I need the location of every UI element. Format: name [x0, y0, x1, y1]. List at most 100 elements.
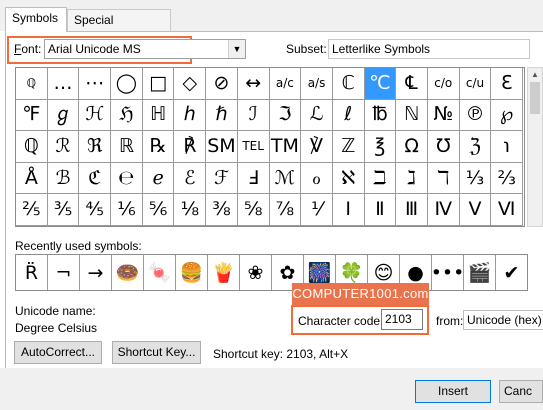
symbol-cell[interactable]: Ⅵ	[491, 194, 523, 226]
recent-symbol-cell[interactable]: →	[80, 255, 112, 290]
symbol-cell[interactable]: ◇	[174, 68, 207, 100]
symbol-cell[interactable]: ℇ	[491, 68, 523, 100]
symbol-cell[interactable]: ℜ	[79, 131, 112, 163]
symbol-cell[interactable]: ℄	[396, 68, 428, 100]
symbol-cell[interactable]: ℋ	[79, 99, 112, 132]
tab-symbols[interactable]: Symbols	[5, 7, 67, 32]
symbol-cell[interactable]: ℩	[491, 131, 523, 163]
symbol-cell[interactable]: Å	[16, 162, 48, 195]
from-select[interactable]: Unicode (hex)	[463, 310, 543, 330]
symbol-cell[interactable]: Ⅲ	[396, 194, 428, 226]
symbol-cell[interactable]: ℌ	[111, 99, 143, 132]
symbol-cell[interactable]: ℬ	[47, 162, 80, 195]
symbol-cell[interactable]: Ⅴ	[459, 194, 492, 226]
symbol-cell[interactable]: Ⅳ	[427, 194, 460, 226]
symbol-cell[interactable]: ℨ	[459, 131, 492, 163]
symbol-cell[interactable]: ⅚	[142, 194, 175, 226]
recent-symbol-cell[interactable]: •••	[432, 255, 464, 290]
symbol-cell[interactable]: ⅛	[174, 194, 207, 226]
symbol-cell[interactable]: ℉	[16, 99, 48, 132]
scroll-up-icon[interactable]: ▲	[528, 70, 542, 79]
symbol-cell[interactable]: ℓ	[332, 99, 365, 132]
recent-symbol-cell[interactable]: 🍔	[176, 255, 208, 290]
autocorrect-button[interactable]: AutoCorrect...	[14, 341, 102, 364]
symbol-cell[interactable]: SM	[206, 131, 238, 163]
symbol-cell[interactable]: ℶ	[364, 162, 397, 195]
symbol-cell[interactable]: ℍ	[142, 99, 175, 132]
symbol-cell[interactable]: ℂ	[332, 68, 365, 100]
symbol-cell[interactable]: ⅝	[237, 194, 270, 226]
symbol-cell[interactable]: Ⅱ	[364, 194, 397, 226]
symbol-cell[interactable]: ⅜	[206, 194, 238, 226]
symbol-cell[interactable]: ℛ	[47, 131, 80, 163]
symbol-cell[interactable]: ℚ	[16, 131, 48, 163]
symbol-cell[interactable]: ℧	[427, 131, 460, 163]
symbol-cell[interactable]: Ⅰ	[332, 194, 365, 226]
symbol-cell[interactable]: ⅘	[79, 194, 112, 226]
recent-symbol-cell[interactable]: R̈	[16, 255, 48, 290]
symbol-grid-scrollbar[interactable]: ▲	[527, 67, 543, 227]
symbol-cell[interactable]: ℚ	[16, 68, 48, 100]
symbol-cell[interactable]: a/s	[301, 68, 333, 100]
font-select[interactable]: Arial Unicode MS ▼	[44, 39, 246, 59]
symbol-cell[interactable]: ℐ	[237, 99, 270, 132]
symbol-cell[interactable]: ℰ	[174, 162, 207, 195]
recent-symbol-cell[interactable]: 🍩	[112, 255, 144, 290]
symbol-cell[interactable]: ⋯	[79, 68, 112, 100]
symbol-cell[interactable]: ↔	[237, 68, 270, 100]
symbol-cell[interactable]: ⊘	[206, 68, 238, 100]
symbol-cell[interactable]: ℕ	[396, 99, 428, 132]
symbol-cell[interactable]: ℸ	[427, 162, 460, 195]
symbol-cell[interactable]: ℴ	[301, 162, 333, 195]
symbol-cell[interactable]: ℳ	[269, 162, 302, 195]
symbol-cell[interactable]: ℯ	[142, 162, 175, 195]
symbol-cell[interactable]: ℷ	[396, 162, 428, 195]
symbol-cell[interactable]: №	[427, 99, 460, 132]
symbol-cell[interactable]: ℤ	[332, 131, 365, 163]
subset-select[interactable]: Letterlike Symbols	[328, 39, 530, 59]
symbol-cell[interactable]: ℊ	[47, 99, 80, 132]
recent-symbol-cell[interactable]: ✔	[496, 255, 527, 290]
symbol-cell[interactable]: ℟	[174, 131, 207, 163]
symbol-cell[interactable]: a/c	[269, 68, 302, 100]
recent-symbols-grid[interactable]: R̈ ¬ → 🍩 🍬 🍔 🍟 ❀ ✿ 🎆 🍀 😊 ● ••• 🎬 ✔	[15, 254, 528, 291]
insert-button[interactable]: Insert	[415, 380, 491, 403]
symbol-cell[interactable]: Ⅎ	[237, 162, 270, 195]
symbol-cell[interactable]: ⅞	[269, 194, 302, 226]
symbol-cell[interactable]: ℑ	[269, 99, 302, 132]
symbol-cell[interactable]: □	[142, 68, 175, 100]
symbol-cell[interactable]: ⅓	[459, 162, 492, 195]
symbol-cell[interactable]: ℘	[491, 99, 523, 132]
symbol-cell[interactable]: ℗	[459, 99, 492, 132]
symbol-cell[interactable]: TM	[269, 131, 302, 163]
symbol-cell[interactable]: …	[47, 68, 80, 100]
recent-symbol-cell[interactable]: ¬	[48, 255, 80, 290]
symbol-cell[interactable]: ℒ	[301, 99, 333, 132]
symbol-cell[interactable]: ⅔	[491, 162, 523, 195]
symbol-cell[interactable]: ℃	[364, 68, 397, 100]
character-code-input[interactable]: 2103	[381, 309, 423, 330]
recent-symbol-cell[interactable]: 🍟	[208, 255, 240, 290]
symbol-cell[interactable]: ℎ	[174, 99, 207, 132]
recent-symbol-cell[interactable]: ❀	[240, 255, 272, 290]
scroll-thumb[interactable]	[530, 82, 540, 114]
symbol-cell[interactable]: ⅙	[111, 194, 143, 226]
symbol-cell[interactable]: ℝ	[111, 131, 143, 163]
symbol-cell[interactable]: ℔	[364, 99, 397, 132]
symbol-cell[interactable]: Ω	[396, 131, 428, 163]
symbol-cell[interactable]: ℣	[301, 131, 333, 163]
symbol-cell[interactable]: ℮	[111, 162, 143, 195]
symbol-cell[interactable]: ⅖	[16, 194, 48, 226]
symbol-cell[interactable]: ⅗	[47, 194, 80, 226]
symbol-grid[interactable]: ℚ… ⋯ ◯ □ ◇ ⊘ ↔ a/c a/s ℂ ℃ ℄ c/o c/u ℇ ℉ ℊ ℋ ℌ ℍℎ ℏ ℐ ℑ ℒℓ ℔ ℕ № ℗ ℘…	[15, 67, 525, 227]
symbol-cell[interactable]: ◯	[111, 68, 143, 100]
recent-symbol-cell[interactable]: 🍬	[144, 255, 176, 290]
symbol-cell[interactable]: ℵ	[332, 162, 365, 195]
symbol-cell[interactable]: ℞	[142, 131, 175, 163]
symbol-cell[interactable]: ℱ	[206, 162, 238, 195]
shortcut-key-button[interactable]: Shortcut Key...	[112, 341, 201, 364]
symbol-cell[interactable]: ℭ	[79, 162, 112, 195]
symbol-cell[interactable]: ℥	[364, 131, 397, 163]
symbol-cell[interactable]: TEL	[237, 131, 270, 163]
symbol-cell[interactable]: ℏ	[206, 99, 238, 132]
